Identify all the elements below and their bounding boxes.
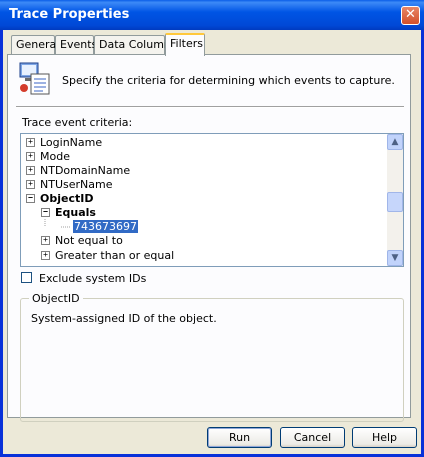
window-title: Trace Properties [9,7,130,22]
header-separator [16,106,404,108]
scroll-thumb[interactable] [387,192,403,212]
exclude-system-ids-checkbox[interactable] [21,272,32,283]
tab-label: Events [60,38,98,51]
tab-label: Filters [170,37,203,50]
exclude-system-ids-label[interactable]: Exclude system IDs [39,272,146,285]
tab-label: General [16,38,60,51]
criteria-tree[interactable]: + LoginName + Mode + NTDomainName + NTUserNa… [20,133,404,267]
criteria-label: Trace event criteria: [22,116,133,129]
selected-value[interactable]: 743673697 [73,220,138,233]
tree-item-value[interactable]: 743673697 [73,220,138,234]
tab-general[interactable]: General [11,35,59,54]
cancel-button[interactable]: Cancel [280,427,345,448]
arrow-down-icon[interactable]: ▼ [387,250,403,266]
header-description: Specify the criteria for determining whi… [62,74,395,87]
tab-data-columns[interactable]: Data Columns [94,35,177,54]
close-icon[interactable]: ✕ [401,6,420,25]
tab-filters[interactable]: Filters [165,33,205,56]
title-bar[interactable]: Trace Properties ✕ [0,0,424,30]
tree-lines [44,219,71,228]
help-button[interactable]: Help [352,427,417,448]
arrow-up-icon[interactable]: ▲ [387,134,403,150]
criteria-scrollbar[interactable]: ▲ ▼ [387,134,403,266]
description-title: ObjectID [29,292,83,305]
run-button[interactable]: Run [207,427,272,448]
tab-events[interactable]: Events [55,35,98,54]
description-text: System-assigned ID of the object. [31,312,217,325]
filter-properties-icon [19,62,50,95]
